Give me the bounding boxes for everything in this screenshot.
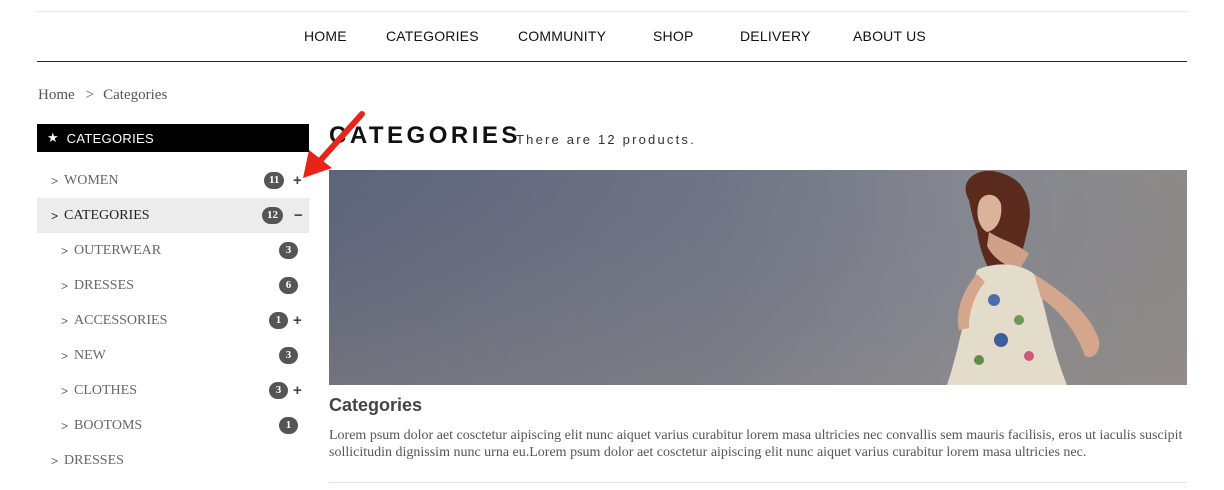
sidebar-list: > WOMEN 11 + > CATEGORIES 12 − > OUTERWE… xyxy=(37,163,309,478)
nav-delivery[interactable]: DELIVERY xyxy=(740,28,811,44)
sidebar-item-dresses-top[interactable]: > DRESSES xyxy=(37,443,309,478)
expand-icon[interactable]: + xyxy=(293,312,302,329)
count-badge: 3 xyxy=(279,347,298,364)
count-badge: 1 xyxy=(269,312,288,329)
count-badge: 6 xyxy=(279,277,298,294)
star-icon: ★ xyxy=(47,130,59,145)
woman-photo-figure xyxy=(329,170,1187,385)
expand-icon[interactable]: + xyxy=(293,382,302,399)
category-heading: Categories xyxy=(329,395,423,415)
sidebar-item-dresses[interactable]: > DRESSES 6 xyxy=(37,268,309,303)
sidebar-item-label[interactable]: CLOTHES xyxy=(74,383,137,399)
sidebar-item-label[interactable]: OUTERWEAR xyxy=(74,243,161,259)
nav-home[interactable]: HOME xyxy=(304,28,347,44)
category-banner-image xyxy=(329,170,1187,385)
breadcrumb-separator: > xyxy=(85,87,95,103)
sidebar-item-label[interactable]: CATEGORIES xyxy=(64,208,150,224)
collapse-icon[interactable]: − xyxy=(294,207,303,224)
sidebar-item-label[interactable]: ACCESSORIES xyxy=(74,313,167,329)
sidebar-item-categories[interactable]: > CATEGORIES 12 − xyxy=(37,198,309,233)
sidebar-item-accessories[interactable]: > ACCESSORIES 1 + xyxy=(37,303,309,338)
top-divider xyxy=(37,11,1187,12)
chevron-right-icon: > xyxy=(51,453,59,468)
count-badge: 3 xyxy=(269,382,288,399)
sidebar-item-label[interactable]: WOMEN xyxy=(64,173,118,189)
sidebar-title: CATEGORIES xyxy=(66,130,154,146)
breadcrumb: Home > Categories xyxy=(38,87,167,104)
sidebar-item-new[interactable]: > NEW 3 xyxy=(37,338,309,373)
sidebar-item-bootoms[interactable]: > BOOTOMS 1 xyxy=(37,408,309,443)
sidebar-item-outerwear[interactable]: > OUTERWEAR 3 xyxy=(37,233,309,268)
product-count: There are 12 products. xyxy=(516,132,696,147)
chevron-right-icon: > xyxy=(61,243,69,258)
sidebar-item-women[interactable]: > WOMEN 11 + xyxy=(37,163,309,198)
count-badge: 12 xyxy=(262,207,283,224)
nav-community[interactable]: COMMUNITY xyxy=(518,28,606,44)
category-sidebar: ★ CATEGORIES > WOMEN 11 + > CATEGORIES 1… xyxy=(37,124,309,478)
sidebar-item-clothes[interactable]: > CLOTHES 3 + xyxy=(37,373,309,408)
sidebar-item-label[interactable]: NEW xyxy=(74,348,106,364)
nav-shop[interactable]: SHOP xyxy=(653,28,693,44)
chevron-right-icon: > xyxy=(51,173,59,188)
sidebar-header: ★ CATEGORIES xyxy=(37,124,309,152)
nav-divider xyxy=(37,61,1187,62)
chevron-right-icon: > xyxy=(61,278,69,293)
breadcrumb-current: Categories xyxy=(103,87,168,103)
count-badge: 1 xyxy=(279,417,298,434)
sidebar-item-label[interactable]: BOOTOMS xyxy=(74,418,142,434)
main-nav: HOME CATEGORIES COMMUNITY SHOP DELIVERY … xyxy=(37,22,1187,52)
chevron-right-icon: > xyxy=(61,348,69,363)
count-badge: 3 xyxy=(279,242,298,259)
sidebar-item-label[interactable]: DRESSES xyxy=(74,278,134,294)
category-description: Lorem psum dolor aet cosctetur aipiscing… xyxy=(329,428,1183,460)
nav-about-us[interactable]: ABOUT US xyxy=(853,28,926,44)
sidebar-item-label[interactable]: DRESSES xyxy=(64,453,124,469)
nav-categories[interactable]: CATEGORIES xyxy=(386,28,479,44)
chevron-right-icon: > xyxy=(51,208,59,223)
red-arrow-annotation-icon xyxy=(303,111,365,178)
chevron-right-icon: > xyxy=(61,418,69,433)
content-divider xyxy=(329,482,1187,483)
chevron-right-icon: > xyxy=(61,383,69,398)
breadcrumb-home[interactable]: Home xyxy=(38,87,75,103)
chevron-right-icon: > xyxy=(61,313,69,328)
count-badge: 11 xyxy=(264,172,285,189)
